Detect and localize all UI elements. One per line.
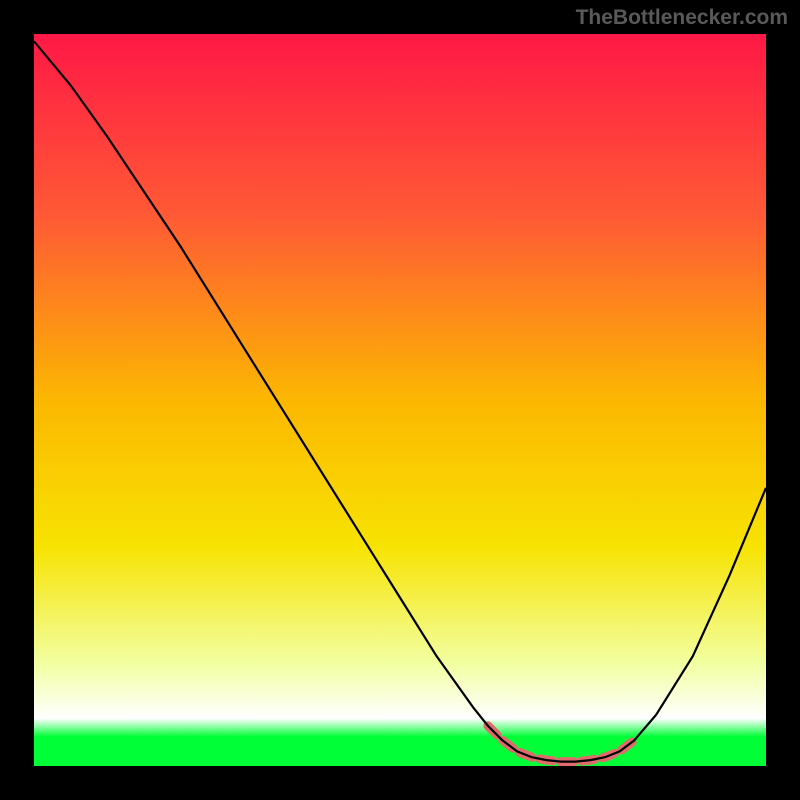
bottleneck-curve <box>34 41 766 761</box>
plot-area <box>34 34 766 766</box>
watermark-text: TheBottlenecker.com <box>576 6 788 30</box>
curve-layer <box>34 34 766 766</box>
optimal-band <box>488 726 634 762</box>
